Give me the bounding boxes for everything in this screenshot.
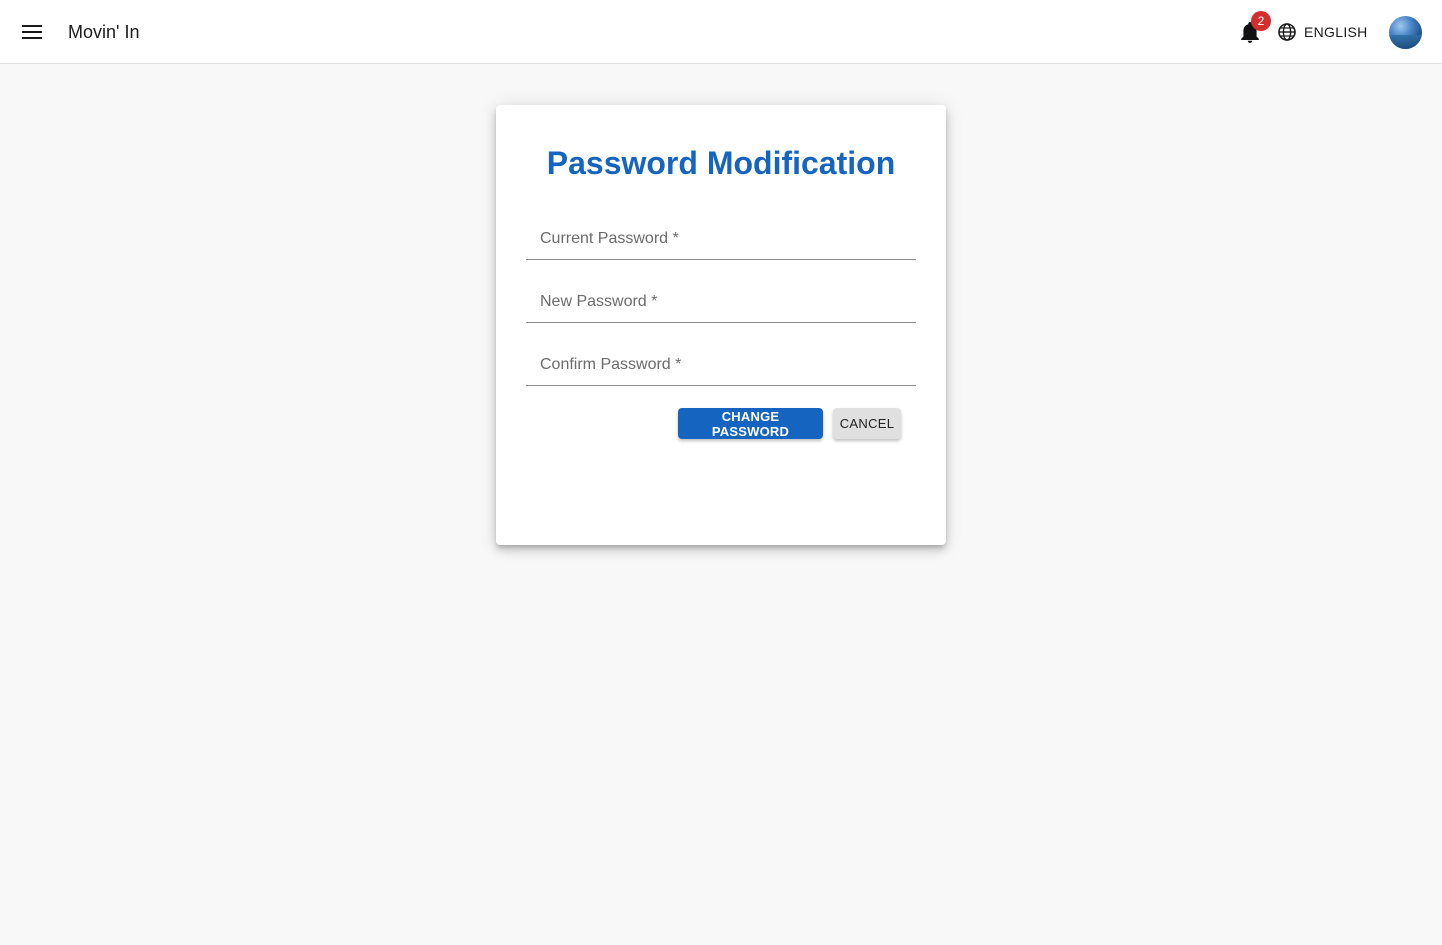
- menu-button[interactable]: [14, 14, 50, 50]
- avatar[interactable]: [1389, 16, 1422, 49]
- new-password-input[interactable]: [526, 283, 916, 322]
- app-title: Movin' In: [68, 22, 140, 42]
- change-password-button[interactable]: CHANGE PASSWORD: [678, 408, 823, 439]
- confirm-password-field[interactable]: Confirm Password *: [526, 346, 916, 386]
- confirm-password-input[interactable]: [526, 346, 916, 385]
- language-label: ENGLISH: [1304, 24, 1368, 40]
- cancel-button[interactable]: CANCEL: [833, 408, 901, 439]
- notification-badge: 2: [1251, 11, 1271, 31]
- avatar-image: [1389, 35, 1422, 49]
- page-title: Password Modification: [546, 145, 896, 181]
- new-password-field[interactable]: New Password *: [526, 283, 916, 323]
- globe-icon: [1278, 23, 1296, 41]
- password-card: Password Modification Current Password *…: [496, 105, 946, 545]
- menu-icon: [22, 25, 42, 39]
- current-password-field[interactable]: Current Password *: [526, 220, 916, 260]
- language-selector[interactable]: ENGLISH: [1278, 18, 1368, 46]
- app-bar: Movin' In 2 ENGLISH: [0, 0, 1442, 64]
- current-password-input[interactable]: [526, 220, 916, 259]
